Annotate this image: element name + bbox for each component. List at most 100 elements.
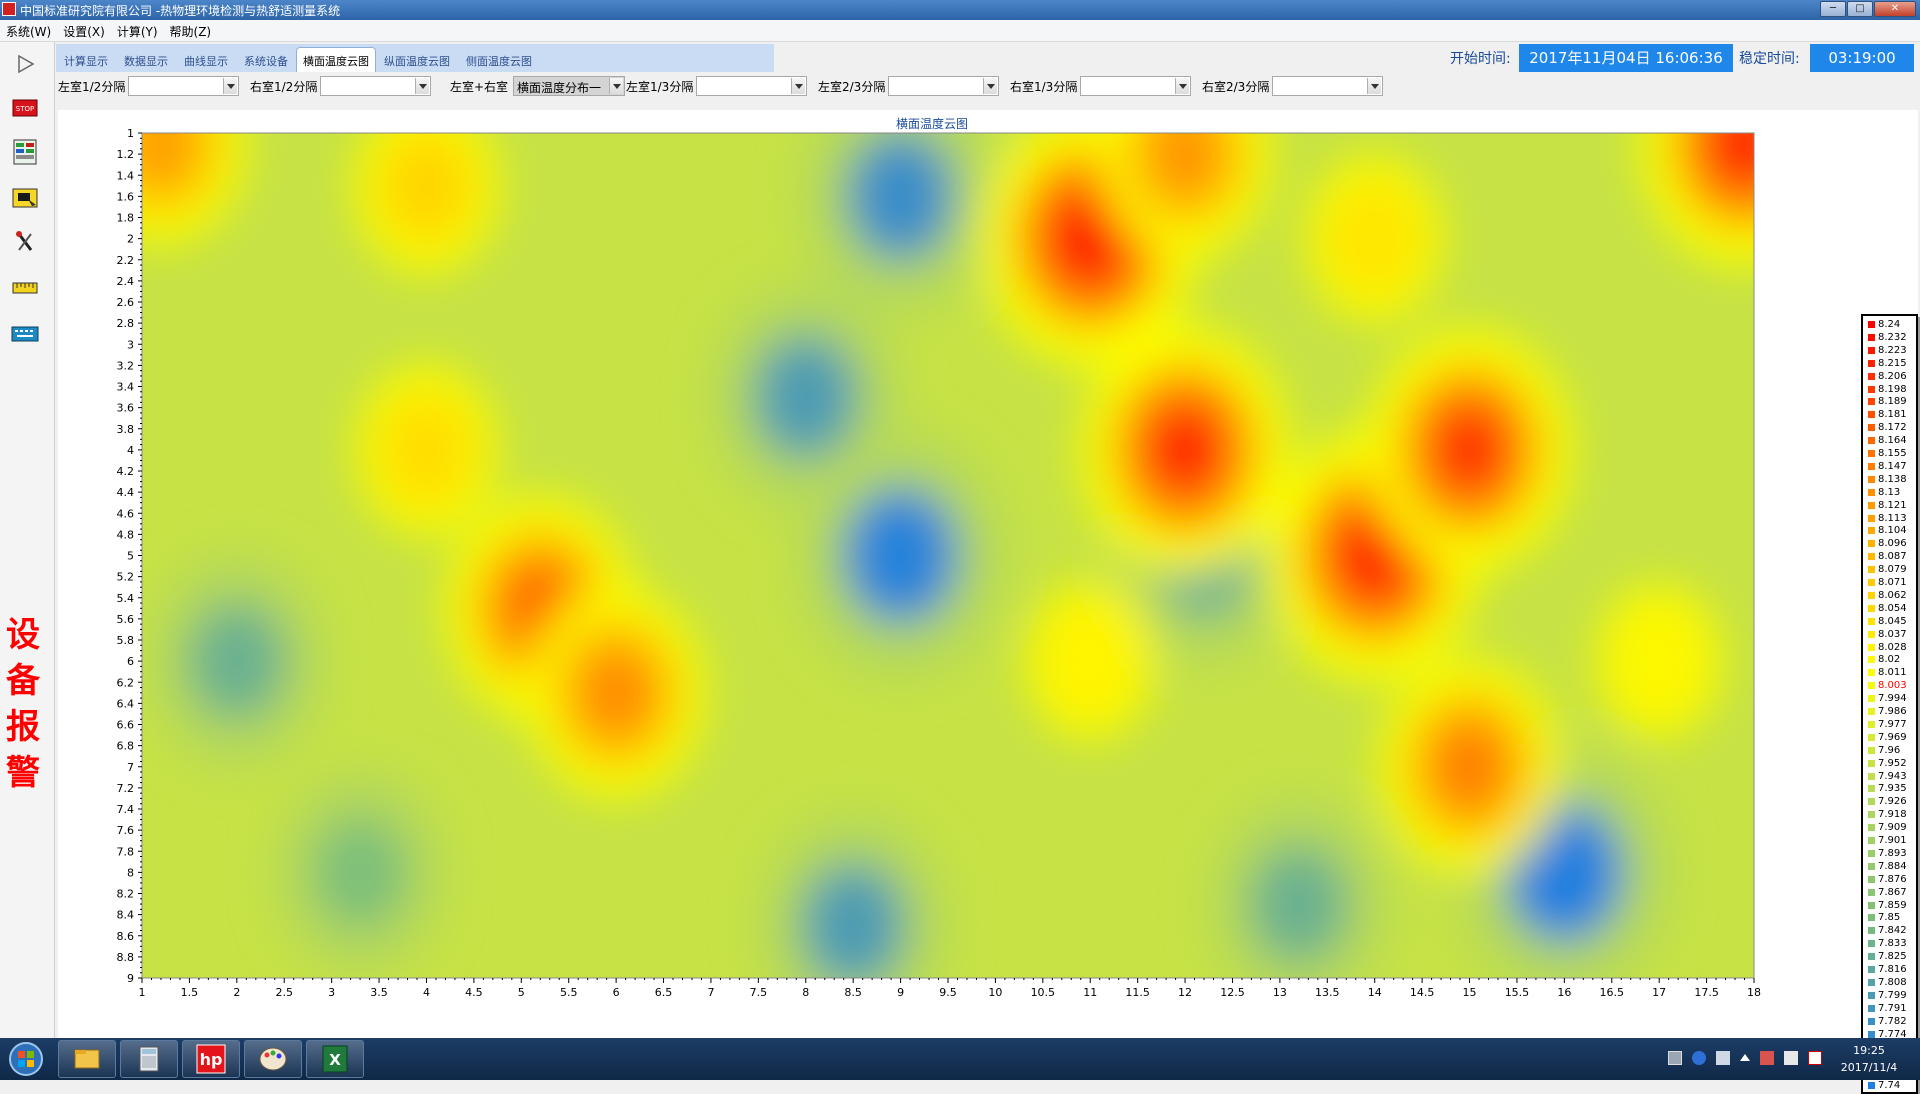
legend-swatch (1868, 669, 1875, 677)
legend-value: 7.926 (1878, 796, 1907, 808)
legend-value: 8.215 (1878, 357, 1907, 369)
maximize-button[interactable]: □ (1847, 1, 1873, 17)
screen-icon[interactable] (10, 184, 40, 212)
tray-computer-icon[interactable] (1668, 1051, 1682, 1065)
tab-side-temp-map[interactable]: 侧面温度云图 (458, 53, 540, 72)
legend-value: 7.85 (1878, 912, 1901, 924)
x-tick-label: 9 (897, 986, 904, 999)
legend-swatch (1868, 346, 1875, 354)
x-tick-label: 17.5 (1694, 986, 1719, 999)
legend-value: 8.13 (1878, 486, 1901, 498)
x-tick-label: 14.5 (1410, 986, 1435, 999)
legend-swatch (1868, 630, 1875, 638)
calculator-icon[interactable] (120, 1040, 178, 1078)
clock-date[interactable]: 2017/11/4 (1834, 1061, 1904, 1074)
stop-icon[interactable]: STOP (10, 94, 40, 122)
legend-entry: 8.206 (1866, 370, 1914, 383)
tab-data-display[interactable]: 数据显示 (116, 53, 176, 72)
tray-help-icon[interactable] (1692, 1051, 1706, 1065)
tab-vertical-temp-map[interactable]: 纵面温度云图 (376, 53, 458, 72)
chevron-down-icon[interactable] (609, 78, 623, 94)
left-right-room-select[interactable]: 横面温度分布一 (513, 76, 625, 96)
legend-swatch (1868, 824, 1875, 832)
x-tick-label: 8.5 (844, 986, 862, 999)
chevron-down-icon[interactable] (791, 78, 805, 94)
y-tick-label: 6 (127, 655, 134, 668)
tray-volume-muted-icon[interactable] (1760, 1051, 1774, 1065)
chevron-down-icon[interactable] (1175, 78, 1189, 94)
legend-entry: 7.96 (1866, 744, 1914, 757)
legend-swatch (1868, 321, 1875, 328)
minimize-button[interactable]: ─ (1820, 1, 1846, 17)
legend-value: 7.977 (1878, 718, 1907, 730)
app-logo-icon (2, 2, 16, 16)
selector-label: 右室2/3分隔 (1202, 80, 1270, 94)
tray-flag-icon[interactable] (1808, 1051, 1822, 1065)
tray-network-icon[interactable] (1716, 1051, 1730, 1065)
paint-icon[interactable] (244, 1040, 302, 1078)
legend-swatch (1868, 579, 1875, 586)
left-two-thirds-partition-select[interactable] (888, 76, 999, 96)
left-third-partition-select[interactable] (696, 76, 807, 96)
legend-value: 7.909 (1878, 822, 1907, 834)
hot-spot (1065, 631, 1115, 692)
selector-label: 左室1/2分隔 (58, 80, 126, 94)
cold-spot (800, 862, 906, 978)
start-time-label: 开始时间: (1450, 51, 1511, 67)
chevron-down-icon[interactable] (415, 78, 429, 94)
explorer-icon[interactable] (58, 1040, 116, 1078)
ruler-icon[interactable] (10, 274, 40, 302)
legend-entry: 8.172 (1866, 421, 1914, 434)
left-half-partition-select[interactable] (128, 76, 239, 96)
legend-entry: 7.74 (1866, 1079, 1914, 1092)
legend-entry: 7.909 (1866, 821, 1914, 834)
menu-help[interactable]: 帮助(Z) (164, 20, 218, 41)
x-tick-label: 4 (423, 986, 430, 999)
menu-settings[interactable]: 设置(X) (57, 20, 111, 41)
legend-swatch (1868, 953, 1875, 961)
menu-calculate[interactable]: 计算(Y) (111, 20, 164, 41)
legend-entry: 8.198 (1866, 383, 1914, 396)
selector-label: 右室1/2分隔 (250, 80, 318, 94)
keyboard-icon[interactable] (10, 320, 40, 348)
taskbar: hp X 19:25 2017/11/4 (0, 1038, 1920, 1080)
tools-icon[interactable] (10, 228, 40, 256)
play-icon[interactable] (10, 50, 40, 78)
start-button[interactable] (4, 1040, 48, 1078)
tab-calc-display[interactable]: 计算显示 (56, 53, 116, 72)
right-half-partition-select[interactable] (320, 76, 431, 96)
legend-value: 8.011 (1878, 667, 1907, 679)
stable-time-value: 03:19:00 (1810, 44, 1914, 72)
legend-swatch (1868, 333, 1875, 341)
x-tick-label: 9.5 (939, 986, 957, 999)
close-button[interactable]: ✕ (1874, 1, 1916, 17)
y-tick-label: 7.4 (117, 803, 135, 816)
legend-entry: 7.935 (1866, 782, 1914, 795)
tab-curve-display[interactable]: 曲线显示 (176, 53, 236, 72)
chevron-down-icon[interactable] (223, 78, 237, 94)
tray-arrow-up-icon[interactable] (1740, 1054, 1750, 1061)
legend-entry: 8.223 (1866, 344, 1914, 357)
x-tick-label: 12 (1178, 986, 1192, 999)
clock-time[interactable]: 19:25 (1834, 1044, 1904, 1057)
tab-horizontal-temp-map[interactable]: 横面温度云图 (296, 47, 376, 72)
y-tick-label: 4.8 (117, 528, 135, 541)
x-tick-label: 16.5 (1600, 986, 1625, 999)
tab-system-devices[interactable]: 系统设备 (236, 53, 296, 72)
excel-icon[interactable]: X (306, 1040, 364, 1078)
hp-icon[interactable]: hp (182, 1040, 240, 1078)
legend-swatch (1868, 617, 1875, 625)
data-table-icon[interactable] (10, 138, 40, 166)
right-two-thirds-partition-select[interactable] (1272, 76, 1383, 96)
tray-speaker-icon[interactable] (1784, 1051, 1798, 1065)
legend-entry: 7.994 (1866, 692, 1914, 705)
right-third-partition-select[interactable] (1080, 76, 1191, 96)
x-tick-label: 5 (518, 986, 525, 999)
chevron-down-icon[interactable] (1367, 78, 1381, 94)
legend-swatch (1868, 772, 1875, 780)
legend-entry: 8.003 (1866, 679, 1914, 692)
legend-entry: 8.164 (1866, 434, 1914, 447)
menu-system[interactable]: 系统(W) (0, 20, 57, 41)
chevron-down-icon[interactable] (983, 78, 997, 94)
y-tick-label: 3.6 (117, 402, 135, 415)
